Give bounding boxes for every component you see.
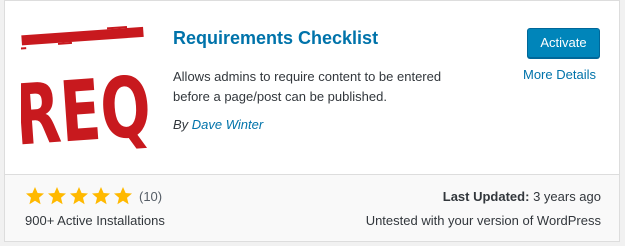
plugin-description-line: Allows admins to require content to be e…	[173, 69, 442, 84]
star-filled-icon	[70, 187, 88, 205]
compatibility-notice: Untested with your version of WordPress	[365, 213, 601, 228]
logo-letters: REQ	[21, 59, 151, 151]
activate-button[interactable]: Activate	[527, 28, 600, 58]
plugin-card: REQ Requirements Checklist Allows admins…	[4, 0, 620, 242]
last-updated: Last Updated: 3 years ago	[443, 189, 601, 204]
star-rating: (10)	[25, 186, 162, 206]
last-updated-label: Last Updated:	[442, 189, 530, 204]
more-details-link[interactable]: More Details	[523, 67, 596, 82]
plugin-name-link[interactable]: Requirements Checklist	[173, 28, 378, 49]
star-filled-icon	[92, 187, 110, 205]
last-updated-value: 3 years ago	[533, 189, 601, 204]
plugin-card-top: REQ Requirements Checklist Allows admins…	[5, 1, 619, 174]
star-filled-icon	[48, 187, 66, 205]
rating-count[interactable]: (10)	[139, 189, 162, 204]
author-link[interactable]: Dave Winter	[192, 117, 263, 132]
active-installs: 900+ Active Installations	[25, 213, 165, 228]
logo-stripe	[21, 26, 144, 46]
req-logo-graphic: REQ	[21, 25, 151, 151]
star-filled-icon	[114, 187, 132, 205]
plugin-author: By Dave Winter	[173, 117, 263, 132]
plugin-logo[interactable]: REQ	[21, 21, 151, 151]
star-filled-icon	[26, 187, 44, 205]
author-by-label: By	[173, 117, 189, 132]
plugin-description-line: before a page/post can be published.	[173, 89, 387, 104]
plugin-card-bottom: (10) 900+ Active Installations Last Upda…	[5, 174, 619, 241]
logo-stripe-fleck	[21, 47, 27, 50]
plugin-description: Allows admins to require content to be e…	[173, 67, 493, 107]
